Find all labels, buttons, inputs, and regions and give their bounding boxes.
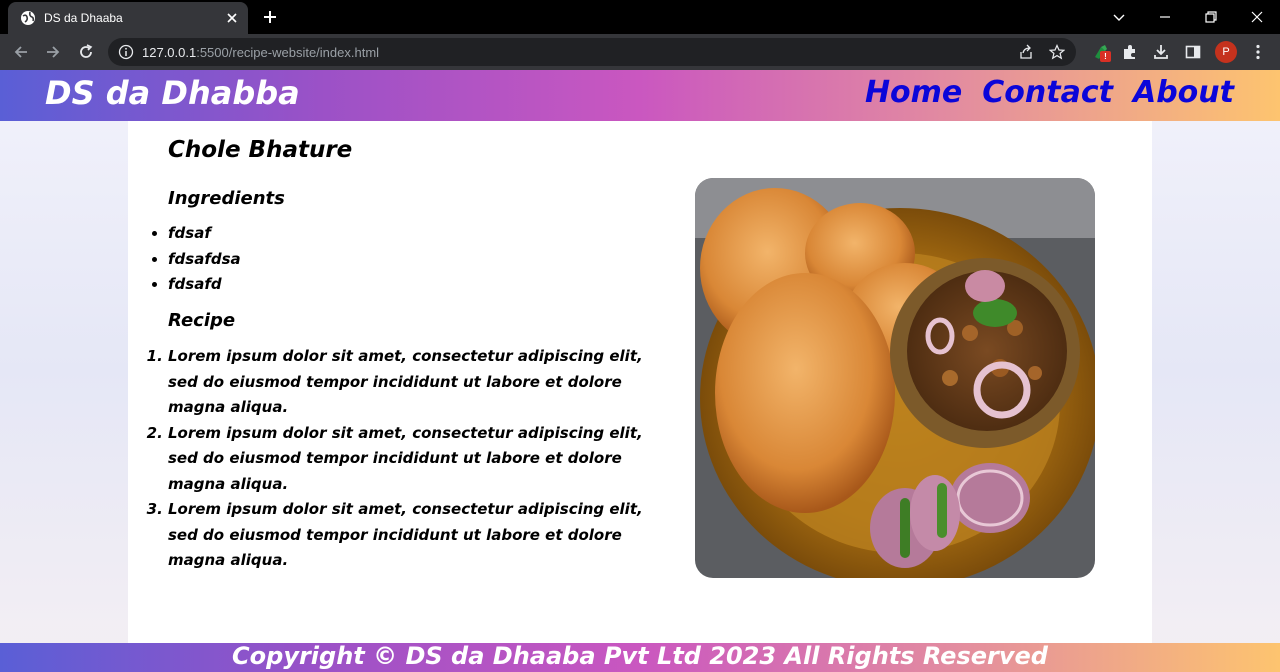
copyright-text: Copyright © DS da Dhaaba Pvt Ltd 2023 Al… bbox=[232, 642, 1048, 670]
profile-avatar[interactable]: P bbox=[1215, 41, 1237, 63]
share-icon[interactable] bbox=[1018, 44, 1034, 60]
chole-bhature-image bbox=[695, 178, 1095, 578]
url-path: :5500/recipe-website/index.html bbox=[196, 45, 380, 60]
ingredients-heading: Ingredients bbox=[168, 188, 285, 209]
recipe-heading: Recipe bbox=[168, 310, 236, 331]
puzzle-icon[interactable] bbox=[1121, 43, 1139, 61]
restore-icon[interactable] bbox=[1202, 8, 1220, 26]
back-icon[interactable] bbox=[12, 43, 30, 61]
address-bar[interactable]: 127.0.0.1:5500/recipe-website/index.html bbox=[108, 38, 1076, 66]
url-host: 127.0.0.1 bbox=[142, 45, 197, 60]
browser-tab[interactable]: DS da Dhaaba bbox=[8, 2, 248, 34]
minimize-icon[interactable] bbox=[1156, 8, 1174, 26]
browser-tabstrip: DS da Dhaaba bbox=[0, 0, 1280, 34]
recipe-steps: Lorem ipsum dolor sit amet, consectetur … bbox=[168, 344, 648, 574]
nav-contact[interactable]: Contact bbox=[982, 75, 1113, 110]
ingredient-item: fdsaf bbox=[168, 221, 241, 247]
ingredients-list: fdsaf fdsafdsa fdsafd bbox=[168, 221, 241, 298]
extension-badge: ! bbox=[1100, 51, 1111, 62]
forward-icon[interactable] bbox=[44, 43, 62, 61]
download-icon[interactable] bbox=[1152, 43, 1170, 61]
recipe-step: Lorem ipsum dolor sit amet, consectetur … bbox=[168, 497, 648, 574]
recipe-card: Chole Bhature Ingredients fdsaf fdsafdsa… bbox=[128, 121, 1152, 643]
site-header: DS da Dhabba Home Contact About bbox=[0, 70, 1280, 121]
site-brand[interactable]: DS da Dhabba bbox=[45, 74, 300, 112]
more-menu-icon[interactable] bbox=[1249, 43, 1267, 61]
main-nav: Home Contact About bbox=[865, 75, 1234, 110]
close-window-icon[interactable] bbox=[1248, 8, 1266, 26]
ingredient-item: fdsafd bbox=[168, 272, 241, 298]
tab-search-icon[interactable] bbox=[1110, 8, 1128, 26]
close-tab-icon[interactable] bbox=[224, 10, 240, 26]
url-text[interactable]: 127.0.0.1:5500/recipe-website/index.html bbox=[142, 45, 379, 60]
globe-icon bbox=[21, 11, 35, 25]
reload-icon[interactable] bbox=[77, 43, 95, 61]
site-info-icon[interactable] bbox=[118, 44, 134, 60]
side-panel-icon[interactable] bbox=[1184, 43, 1202, 61]
ingredient-item: fdsafdsa bbox=[168, 247, 241, 273]
recipe-title: Chole Bhature bbox=[168, 137, 353, 163]
recipe-step: Lorem ipsum dolor sit amet, consectetur … bbox=[168, 344, 648, 421]
new-tab-icon[interactable] bbox=[262, 9, 278, 25]
nav-about[interactable]: About bbox=[1133, 75, 1234, 110]
site-footer: Copyright © DS da Dhaaba Pvt Ltd 2023 Al… bbox=[0, 642, 1280, 672]
tab-title: DS da Dhaaba bbox=[44, 11, 123, 25]
page-viewport: DS da Dhabba Home Contact About Chole Bh… bbox=[0, 70, 1280, 672]
browser-toolbar: 127.0.0.1:5500/recipe-website/index.html… bbox=[0, 34, 1280, 70]
recipe-step: Lorem ipsum dolor sit amet, consectetur … bbox=[168, 421, 648, 498]
bookmark-star-icon[interactable] bbox=[1049, 44, 1065, 60]
dish-illustration bbox=[695, 178, 1095, 578]
nav-home[interactable]: Home bbox=[865, 75, 962, 110]
